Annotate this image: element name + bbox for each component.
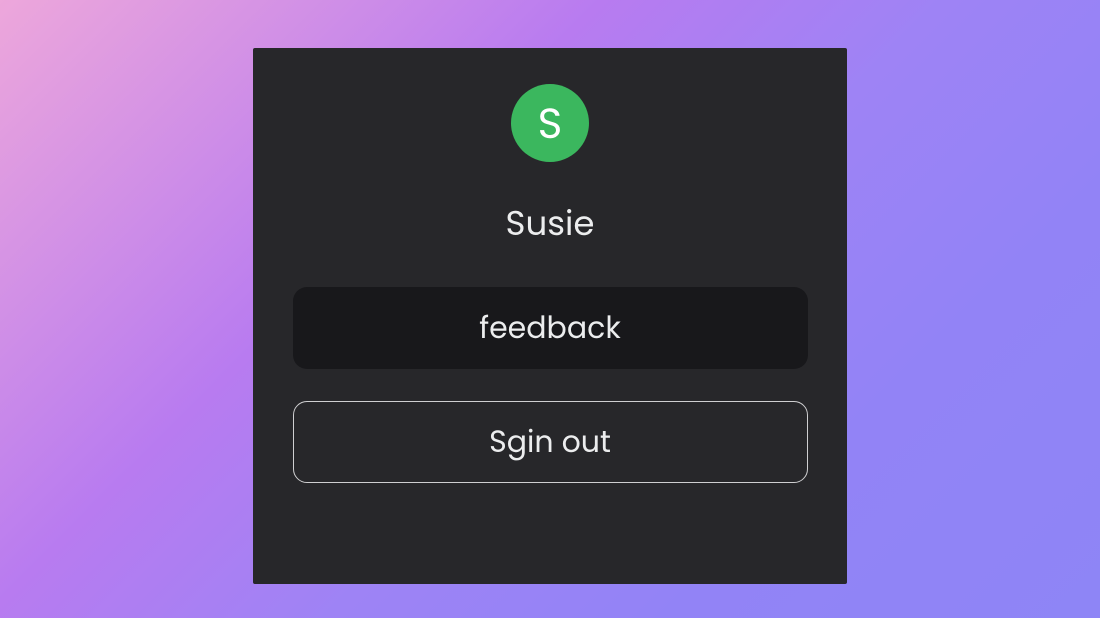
profile-card: S Susie feedback Sgin out xyxy=(253,48,847,584)
avatar: S xyxy=(511,84,589,162)
feedback-button[interactable]: feedback xyxy=(293,287,808,369)
signout-button[interactable]: Sgin out xyxy=(293,401,808,483)
signout-button-label: Sgin out xyxy=(489,419,611,465)
avatar-initial: S xyxy=(538,92,563,155)
feedback-button-label: feedback xyxy=(479,305,621,351)
username-label: Susie xyxy=(506,198,595,249)
